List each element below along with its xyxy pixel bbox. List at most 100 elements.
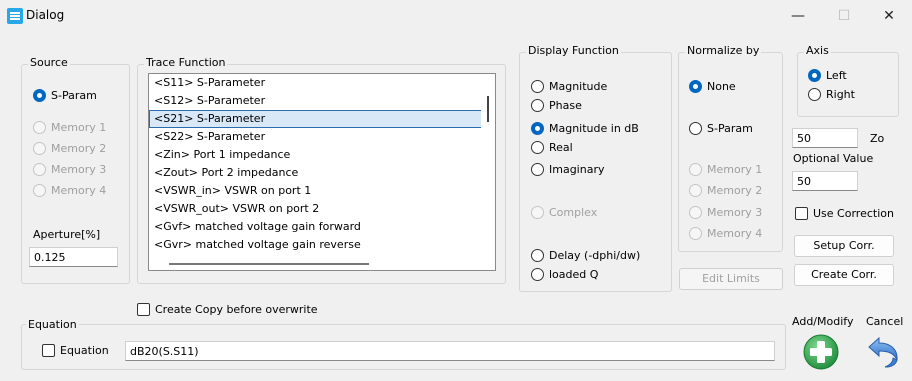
list-vertical-scrollbar[interactable]: [481, 74, 495, 270]
radio-label: None: [707, 80, 736, 93]
undo-arrow-icon: [868, 336, 898, 368]
radio-indicator: [33, 184, 46, 197]
equation-group-label: Equation: [26, 318, 79, 331]
create-copy-checkbox[interactable]: Create Copy before overwrite: [137, 303, 318, 316]
axis-group: [797, 52, 899, 117]
radio-indicator: [531, 268, 544, 281]
display-radio-real[interactable]: Real: [531, 141, 573, 154]
use-correction-checkbox[interactable]: Use Correction: [795, 207, 894, 220]
normalize-radio-none[interactable]: None: [689, 80, 736, 93]
zo-input[interactable]: 50: [792, 128, 858, 148]
display-radio-complex[interactable]: Complex: [531, 206, 597, 219]
normalize-radio-memory-4[interactable]: Memory 4: [689, 227, 762, 240]
minimize-button[interactable]: —: [775, 3, 821, 29]
radio-indicator: [531, 163, 544, 176]
radio-indicator: [531, 141, 544, 154]
checkbox-label: Use Correction: [813, 207, 894, 220]
checkbox-box: [795, 207, 808, 220]
optional-value-label: Optional Value: [793, 152, 874, 165]
radio-label: Memory 3: [51, 163, 107, 176]
radio-label: Magnitude in dB: [549, 122, 639, 135]
radio-indicator: [33, 163, 46, 176]
create-corr-button[interactable]: Create Corr.: [794, 264, 894, 286]
source-radio-memory-4[interactable]: Memory 4: [33, 184, 106, 197]
normalize-radio-memory-1[interactable]: Memory 1: [689, 163, 762, 176]
radio-indicator: [689, 80, 702, 93]
source-radio-memory-2[interactable]: Memory 2: [33, 142, 106, 155]
radio-indicator: [33, 89, 46, 102]
normalize-by-group-label: Normalize by: [685, 44, 762, 57]
maximize-button[interactable]: ☐: [821, 3, 867, 29]
display-radio-magnitude[interactable]: Magnitude: [531, 80, 607, 93]
equation-input[interactable]: dB20(S.S11): [125, 341, 775, 361]
radio-label: Magnitude: [549, 80, 608, 93]
display-radio-loaded-q[interactable]: loaded Q: [531, 268, 598, 281]
normalize-radio-memory-3[interactable]: Memory 3: [689, 206, 762, 219]
radio-indicator: [531, 122, 544, 135]
radio-indicator: [33, 142, 46, 155]
trace-function-list[interactable]: <S11> S-Parameter <S12> S-Parameter <S21…: [148, 73, 496, 271]
aperture-input[interactable]: 0.125: [29, 247, 118, 267]
equation-checkbox[interactable]: Equation: [42, 344, 109, 357]
edit-limits-button[interactable]: Edit Limits: [679, 268, 783, 290]
radio-indicator: [33, 121, 46, 134]
list-horizontal-scrollbar[interactable]: [149, 258, 495, 270]
axis-radio-left[interactable]: Left: [808, 69, 847, 82]
radio-indicator: [689, 163, 702, 176]
app-icon: [7, 8, 23, 24]
list-item[interactable]: <Zout> Port 2 impedance: [149, 164, 495, 182]
radio-indicator: [689, 122, 702, 135]
radio-label: Left: [826, 69, 847, 82]
list-item[interactable]: <Gvr> matched voltage gain reverse: [149, 236, 495, 254]
checkbox-label: Create Copy before overwrite: [155, 303, 318, 316]
radio-label: Real: [549, 141, 573, 154]
radio-label: Memory 4: [51, 184, 107, 197]
close-button[interactable]: ✕: [866, 3, 912, 29]
add-modify-button[interactable]: [803, 334, 839, 370]
add-icon: [803, 334, 839, 370]
display-function-group-label: Display Function: [526, 44, 621, 57]
list-item[interactable]: <S22> S-Parameter: [149, 128, 495, 146]
list-item[interactable]: <VSWR_in> VSWR on port 1: [149, 182, 495, 200]
list-item[interactable]: <Gvf> matched voltage gain forward: [149, 218, 495, 236]
checkbox-box: [42, 344, 55, 357]
radio-indicator: [531, 206, 544, 219]
display-radio-phase[interactable]: Phase: [531, 99, 582, 112]
radio-label: Memory 2: [707, 184, 763, 197]
normalize-radio-s-param[interactable]: S-Param: [689, 122, 753, 135]
radio-label: Memory 1: [51, 121, 107, 134]
optional-value-input[interactable]: 50: [792, 171, 858, 191]
display-radio-magnitude-db[interactable]: Magnitude in dB: [531, 122, 639, 135]
radio-label: Memory 1: [707, 163, 763, 176]
scrollbar-thumb[interactable]: [169, 263, 369, 265]
source-radio-s-param[interactable]: S-Param: [33, 89, 97, 102]
zo-label: Zo: [870, 132, 885, 145]
normalize-radio-memory-2[interactable]: Memory 2: [689, 184, 762, 197]
aperture-label: Aperture[%]: [33, 228, 101, 241]
list-item[interactable]: <S11> S-Parameter: [149, 74, 495, 92]
source-group-label: Source: [28, 56, 70, 69]
list-item-selected[interactable]: <S21> S-Parameter: [149, 110, 495, 128]
add-modify-label: Add/Modify: [792, 315, 854, 328]
display-radio-delay[interactable]: Delay (-dphi/dw): [531, 249, 640, 262]
display-radio-imaginary[interactable]: Imaginary: [531, 163, 604, 176]
axis-group-label: Axis: [804, 44, 831, 57]
radio-indicator: [531, 80, 544, 93]
list-item[interactable]: <VSWR_out> VSWR on port 2: [149, 200, 495, 218]
radio-label: Memory 2: [51, 142, 107, 155]
axis-radio-right[interactable]: Right: [808, 88, 855, 101]
cancel-button[interactable]: [865, 334, 901, 370]
setup-corr-button[interactable]: Setup Corr.: [794, 235, 894, 257]
radio-indicator: [689, 227, 702, 240]
scrollbar-thumb[interactable]: [487, 96, 489, 122]
radio-label: Right: [826, 88, 855, 101]
radio-label: Imaginary: [549, 163, 605, 176]
radio-label: Memory 4: [707, 227, 763, 240]
radio-indicator: [689, 206, 702, 219]
list-item[interactable]: <Zin> Port 1 impedance: [149, 146, 495, 164]
source-radio-memory-3[interactable]: Memory 3: [33, 163, 106, 176]
source-radio-memory-1[interactable]: Memory 1: [33, 121, 106, 134]
title-bar: Dialog — ☐ ✕: [0, 0, 912, 32]
checkbox-box: [137, 303, 150, 316]
list-item[interactable]: <S12> S-Parameter: [149, 92, 495, 110]
